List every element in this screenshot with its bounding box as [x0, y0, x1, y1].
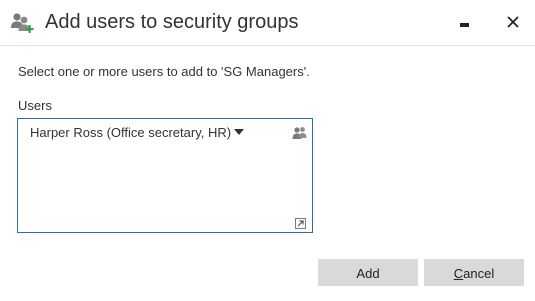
- users-input[interactable]: Harper Ross (Office secretary, HR): [17, 118, 313, 233]
- selected-user-name: Harper Ross (Office secretary, HR): [30, 125, 232, 140]
- add-button[interactable]: Add: [318, 259, 418, 286]
- caret-down-icon[interactable]: [234, 129, 245, 135]
- dialog-title: Add users to security groups: [45, 11, 299, 33]
- minimize-icon: [460, 23, 469, 27]
- expand-icon[interactable]: [295, 216, 306, 229]
- close-button[interactable]: [499, 8, 527, 36]
- add-users-dialog: Add users to security groups Select one …: [0, 0, 535, 301]
- minimize-button[interactable]: [451, 8, 479, 36]
- title-bar: Add users to security groups: [0, 0, 535, 46]
- users-label: Users: [18, 98, 52, 113]
- users-add-icon: [10, 11, 34, 35]
- address-book-icon[interactable]: [292, 126, 307, 140]
- cancel-button[interactable]: Cancel: [424, 259, 524, 286]
- instruction-text: Select one or more users to add to 'SG M…: [18, 64, 310, 79]
- close-icon: [507, 16, 519, 28]
- selected-user-token[interactable]: Harper Ross (Office secretary, HR): [30, 125, 245, 141]
